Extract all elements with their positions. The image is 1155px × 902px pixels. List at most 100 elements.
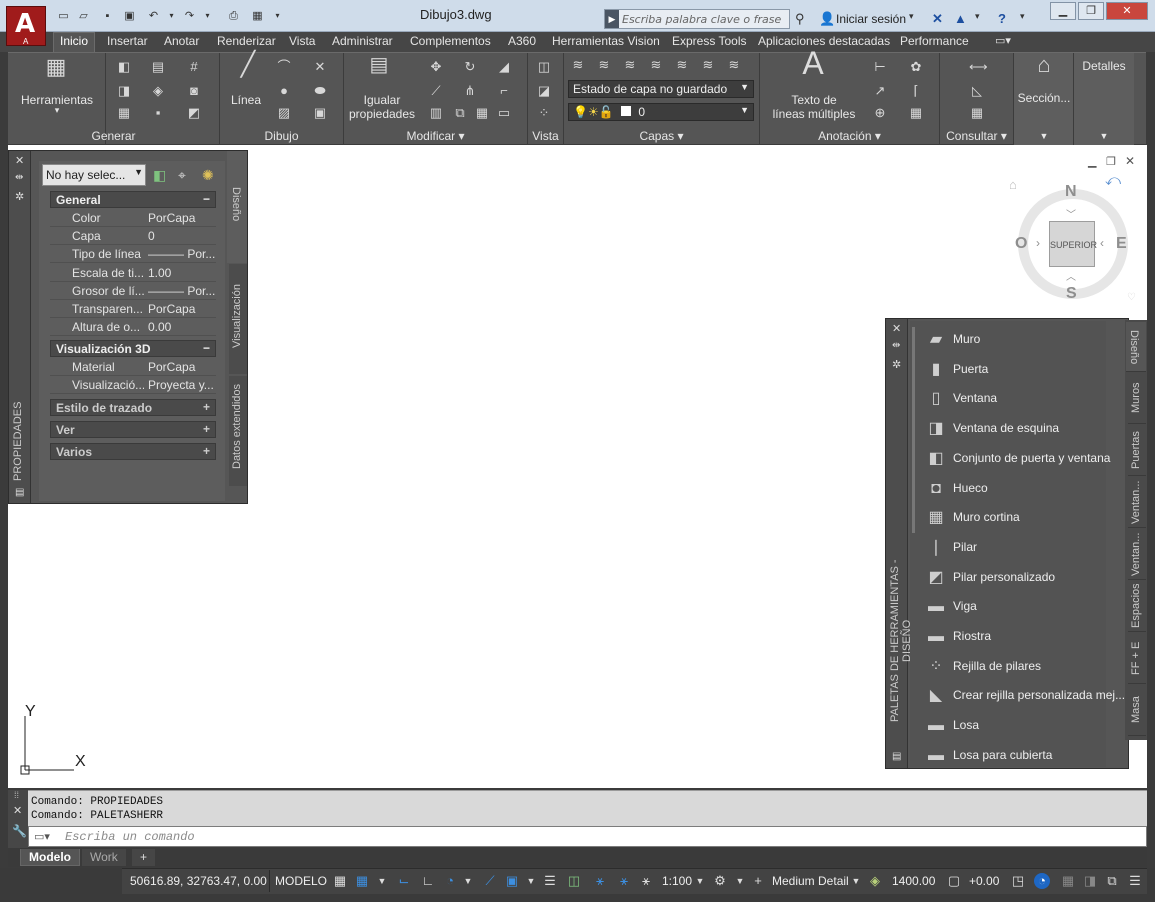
customization-menu-icon[interactable]: ☰ xyxy=(1127,873,1143,889)
property-value[interactable]: 0.00 xyxy=(148,320,216,334)
osnap-dropdown-icon[interactable]: ▼ xyxy=(523,873,539,889)
section-estilo-trazado[interactable]: Estilo de trazado + xyxy=(50,399,216,416)
autohide-icon[interactable]: ⇹ xyxy=(892,340,900,351)
property-row[interactable]: Escala de ti... 1.00 xyxy=(50,264,216,282)
block-icon[interactable]: ▣ xyxy=(312,105,328,121)
search-input[interactable]: Escriba palabra clave o frase xyxy=(622,13,781,26)
isolate-grey-icon[interactable]: ◨ xyxy=(1082,873,1098,889)
model-space-button[interactable]: MODELO xyxy=(275,874,327,888)
redo-icon[interactable]: ↷ xyxy=(182,9,197,23)
property-value[interactable]: PorCapa xyxy=(148,302,216,316)
keynote-icon[interactable]: ⌈ xyxy=(908,83,924,99)
panel-label-consultar[interactable]: Consultar ▾ xyxy=(940,129,1013,143)
multiline-text-icon[interactable]: A xyxy=(798,47,828,89)
toggle-pickadd-icon[interactable]: ◧ xyxy=(153,167,166,184)
stretch-icon[interactable]: ▥ xyxy=(428,105,444,121)
viewcube-menu-icon[interactable]: ♡ xyxy=(1127,292,1136,303)
tab-diseno-props[interactable]: Diseño xyxy=(227,151,247,263)
offset-icon[interactable]: ▭ xyxy=(496,105,512,121)
binoculars-icon[interactable]: ⚲ xyxy=(795,11,805,27)
wrench-icon[interactable]: 🔧 xyxy=(12,824,27,838)
surface-hatch-icon[interactable]: ◳ xyxy=(1010,873,1026,889)
tool-item[interactable]: ◩ Pilar personalizado xyxy=(926,567,1116,589)
palette-settings-icon[interactable]: ✲ xyxy=(892,358,901,371)
plot-icon[interactable]: ⎙ xyxy=(226,9,241,23)
a360-icon[interactable]: ▲ xyxy=(954,11,967,26)
save-icon[interactable]: ▪ xyxy=(100,9,115,23)
tool-palette-tab[interactable]: FF + E xyxy=(1128,632,1146,684)
lineweight-icon[interactable]: ☰ xyxy=(542,873,558,889)
panel-label-anotacion[interactable]: Anotación ▾ xyxy=(760,129,939,143)
compass-east[interactable]: E xyxy=(1116,235,1127,253)
property-value[interactable]: ——— Por... xyxy=(148,247,216,261)
signin-dropdown-icon[interactable]: ▾ xyxy=(909,11,914,22)
close-icon[interactable]: ✕ xyxy=(15,154,24,167)
seccion-expand-icon[interactable]: ▼ xyxy=(1016,129,1072,143)
tab-performance[interactable]: Performance xyxy=(900,34,969,48)
tool-item[interactable]: ▬ Viga xyxy=(926,596,1116,618)
search-expand-icon[interactable]: ▶ xyxy=(605,10,619,28)
slab-tool-icon[interactable]: ▪ xyxy=(150,105,166,121)
tool-item[interactable]: ⁘ Rejilla de pilares xyxy=(926,656,1116,678)
transparency-icon[interactable]: ◫ xyxy=(566,873,582,889)
sign-in-button[interactable]: Iniciar sesión xyxy=(836,12,906,26)
fillet-icon[interactable]: ⌐ xyxy=(496,83,512,99)
new-file-icon[interactable]: ▭ xyxy=(56,9,71,23)
hardware-acceleration-icon[interactable]: ◔ xyxy=(1034,873,1050,889)
detalles-expand-icon[interactable]: ▼ xyxy=(1076,129,1132,143)
layer-properties-icon[interactable]: ≋ xyxy=(570,57,586,73)
tool-item[interactable]: ▬ Losa xyxy=(926,715,1116,737)
a360-dropdown-icon[interactable]: ▾ xyxy=(975,11,980,22)
leader-icon[interactable]: ↗ xyxy=(872,83,888,99)
autoscale-icon[interactable]: ⚹ xyxy=(616,873,632,889)
section-ver[interactable]: Ver + xyxy=(50,421,216,438)
measure-distance-icon[interactable]: ⟷ xyxy=(969,59,988,75)
tool-item[interactable]: ◘ Hueco xyxy=(926,478,1116,500)
palette-settings-icon[interactable]: ✲ xyxy=(15,190,24,203)
exchange-icon[interactable]: ✕ xyxy=(932,11,943,27)
trim-icon[interactable]: ◢ xyxy=(496,59,512,75)
tool-palette-tab[interactable]: Masa xyxy=(1128,684,1146,736)
isolate-objects-icon[interactable]: ▢ xyxy=(946,873,962,889)
scale-icon[interactable]: ⧉ xyxy=(452,105,468,121)
close-button[interactable]: ✕ xyxy=(1106,2,1148,20)
measure-area-icon[interactable]: ◺ xyxy=(969,83,985,99)
property-row[interactable]: Tipo de línea ——— Por... xyxy=(50,245,216,264)
close-icon[interactable]: ✕ xyxy=(13,804,22,817)
space-tool-icon[interactable]: ◙ xyxy=(186,83,202,99)
property-value[interactable]: 0 xyxy=(148,229,216,243)
layer-isolate-icon[interactable]: ≋ xyxy=(596,57,612,73)
tool-palette-tab[interactable]: Diseño xyxy=(1126,322,1146,372)
workspace-gear-icon[interactable]: ⚙ xyxy=(712,873,728,889)
tab-datos-extendidos[interactable]: Datos extendidos xyxy=(229,376,247,486)
layer-match-icon[interactable]: ≋ xyxy=(700,57,716,73)
tab-renderizar[interactable]: Renderizar xyxy=(217,34,276,48)
coordinates-readout[interactable]: 50616.89, 32763.47, 0.00 xyxy=(130,874,267,888)
detalles-button[interactable]: Detalles xyxy=(1076,59,1132,73)
tab-aplicaciones-destacadas[interactable]: Aplicaciones destacadas xyxy=(758,34,890,48)
viewcube-rotate-icon[interactable]: ⤺ xyxy=(1105,172,1121,189)
multiline-text-button[interactable]: Texto de líneas múltiples xyxy=(768,93,860,121)
tool-list-scrollbar[interactable] xyxy=(912,327,915,533)
tool-palette-tab[interactable]: Muros xyxy=(1128,372,1146,424)
layer-walk-icon[interactable]: ≋ xyxy=(726,57,742,73)
tab-inicio[interactable]: Inicio xyxy=(53,32,96,52)
house-section-icon[interactable]: ⌂ xyxy=(1032,54,1056,83)
tool-palette-tab[interactable]: Ventan... xyxy=(1128,528,1146,580)
linea-button[interactable]: Línea xyxy=(224,93,268,107)
plus-icon[interactable]: + xyxy=(750,873,766,889)
window-tool-icon[interactable]: ◨ xyxy=(116,83,132,99)
herramientas-dropdown-icon[interactable]: ▾ xyxy=(12,103,102,117)
maximize-button[interactable]: ❐ xyxy=(1078,2,1104,20)
property-row[interactable]: Altura de o... 0.00 xyxy=(50,318,216,337)
tab-administrar[interactable]: Administrar xyxy=(332,34,393,48)
tab-insertar[interactable]: Insertar xyxy=(107,34,148,48)
tools-building-icon[interactable]: ▦ xyxy=(44,56,68,87)
palette-menu-icon[interactable]: ▤ xyxy=(892,751,901,762)
workspace-icon[interactable]: ▦ xyxy=(250,9,265,23)
grid-icon[interactable]: ▦ xyxy=(332,873,348,889)
tab-express-tools[interactable]: Express Tools xyxy=(672,34,746,48)
layer-current-dropdown[interactable]: 💡☀🔓 0 ▼ xyxy=(568,103,754,121)
property-value[interactable]: PorCapa xyxy=(148,360,216,374)
tab-anotar[interactable]: Anotar xyxy=(164,34,199,48)
